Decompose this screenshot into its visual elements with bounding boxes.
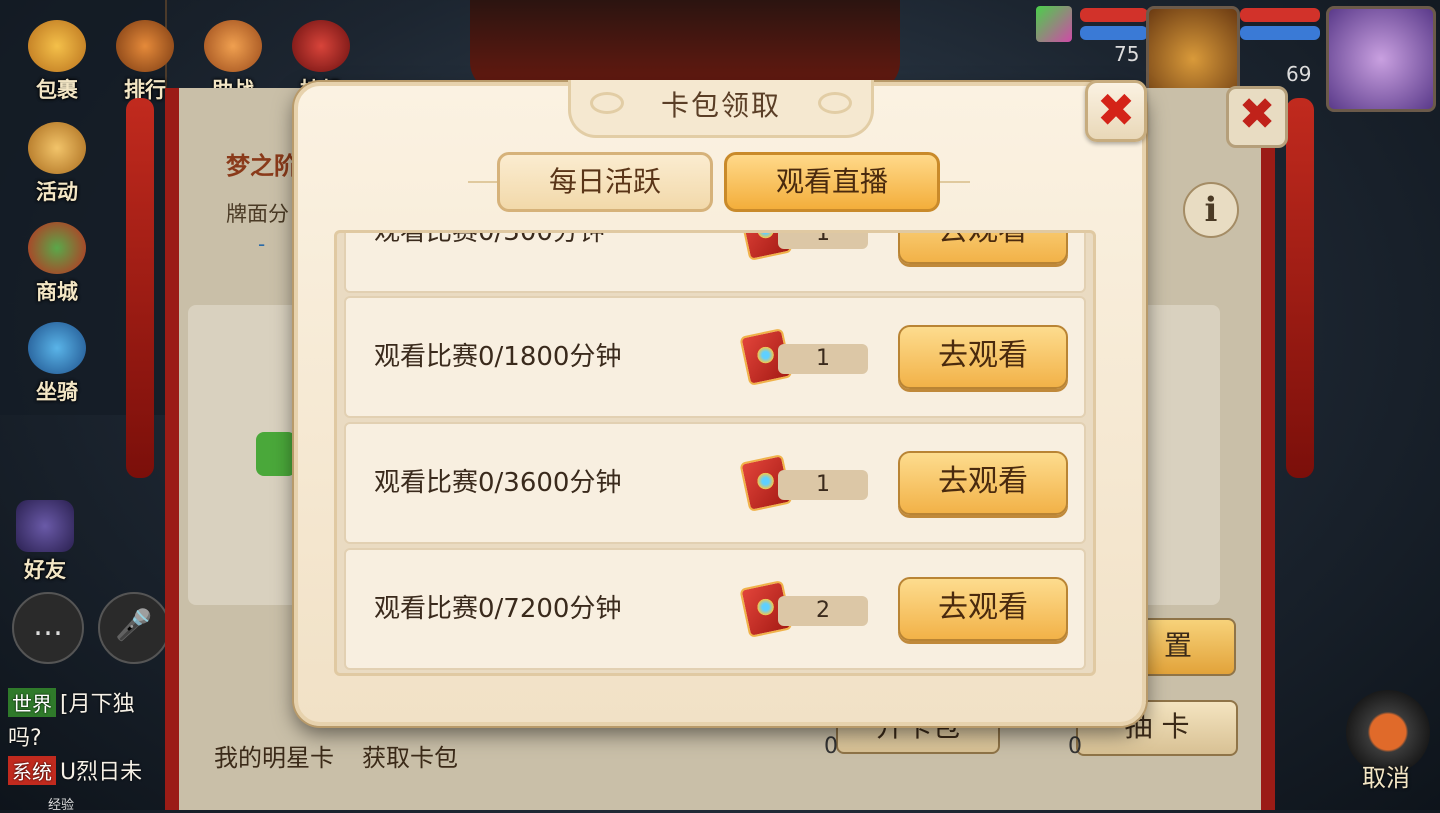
add-icon[interactable] [256, 432, 296, 476]
tab-divider-left [468, 181, 498, 183]
get-packs-label[interactable]: 获取卡包 [362, 738, 458, 773]
task-text: 观看比赛0/7200分钟 [374, 594, 622, 624]
list-item: 观看比赛0/1800分钟 1 去观看 [344, 296, 1086, 418]
title-swirl-left [590, 92, 624, 114]
chat-world-line: 世界 [月下独 [8, 686, 135, 718]
tab-watch-live[interactable]: 观看直播 [724, 152, 940, 212]
open-pack-count: 0 [824, 734, 838, 759]
player-mp-bar [1240, 26, 1320, 40]
player-level: 69 [1286, 62, 1312, 86]
panel-heading: 梦之阶 [226, 152, 298, 180]
tab-divider-right [940, 181, 970, 183]
menu-events-label: 活动 [36, 180, 78, 204]
info-icon[interactable]: i [1183, 182, 1239, 238]
microphone-icon[interactable]: 🎤 [98, 592, 170, 664]
right-tassel [1286, 98, 1314, 478]
system-text: U烈日未 [60, 760, 143, 785]
task-text: 观看比赛0/3600分钟 [374, 468, 622, 498]
my-cards-label[interactable]: 我的明星卡 [214, 738, 334, 773]
left-tassel [126, 98, 154, 478]
draw-card-count: 0 [1068, 734, 1082, 759]
reward-count: 1 [778, 344, 868, 374]
menu-mount[interactable]: 坐骑 [22, 322, 92, 406]
player-portrait[interactable] [1326, 6, 1436, 112]
world-tag: 世界 [8, 688, 56, 717]
friends-label: 好友 [24, 558, 66, 582]
chat-system-line: 系统 U烈日未 [8, 754, 142, 786]
menu-shop-label: 商城 [36, 280, 78, 304]
exp-label: 经验 [48, 798, 75, 813]
list-item: 观看比赛0/300分钟 1 去观看 [344, 230, 1086, 293]
title-swirl-right [818, 92, 852, 114]
task-list[interactable]: 观看比赛0/300分钟 1 去观看 观看比赛0/1800分钟 1 去观看 观看比… [334, 230, 1096, 676]
buff-icon [1036, 6, 1072, 42]
hp-bar [1080, 8, 1148, 22]
list-item: 观看比赛0/7200分钟 2 去观看 [344, 548, 1086, 670]
ninja-icon [292, 20, 350, 72]
system-tag: 系统 [8, 756, 56, 785]
mp-bar [1080, 26, 1148, 40]
task-text: 观看比赛0/300分钟 [374, 230, 605, 247]
bag-icon [28, 20, 86, 72]
go-watch-button[interactable]: 去观看 [898, 233, 1068, 264]
go-watch-button[interactable]: 去观看 [898, 451, 1068, 515]
menu-events[interactable]: 活动 [22, 122, 92, 206]
tab-daily-active[interactable]: 每日活跃 [497, 152, 713, 212]
friends-button[interactable]: 好友 [10, 500, 80, 584]
chat-bubble-icon[interactable]: … [12, 592, 84, 664]
friends-icon [16, 500, 74, 552]
task-text: 观看比赛0/1800分钟 [374, 342, 622, 372]
menu-bag[interactable]: 包裹 [22, 20, 92, 104]
menu-bag-label: 包裹 [36, 78, 78, 102]
mount-icon [28, 322, 86, 374]
cancel-label[interactable]: 取消 [1362, 758, 1410, 793]
reward-count: 1 [778, 233, 868, 249]
monkey-king-icon [204, 20, 262, 72]
pet-level: 75 [1114, 42, 1140, 66]
background-close-icon[interactable]: ✖ [1226, 86, 1288, 148]
panel-dash: - [258, 232, 266, 256]
player-hp-bar [1240, 8, 1320, 22]
reward-count: 2 [778, 596, 868, 626]
go-watch-button[interactable]: 去观看 [898, 577, 1068, 641]
event-banner [470, 0, 900, 92]
horn-icon [28, 122, 86, 174]
go-watch-button[interactable]: 去观看 [898, 325, 1068, 389]
list-item: 观看比赛0/3600分钟 1 去观看 [344, 422, 1086, 544]
reward-count: 1 [778, 470, 868, 500]
panel-sub: 牌面分 [226, 202, 289, 226]
shop-icon [28, 222, 86, 274]
chat-world-line-2: 吗? [8, 726, 42, 751]
dialog-close-icon[interactable]: ✖ [1085, 80, 1147, 142]
world-text: [月下独 [60, 692, 135, 717]
ranking-icon [116, 20, 174, 72]
menu-mount-label: 坐骑 [36, 380, 78, 404]
menu-shop[interactable]: 商城 [22, 222, 92, 306]
